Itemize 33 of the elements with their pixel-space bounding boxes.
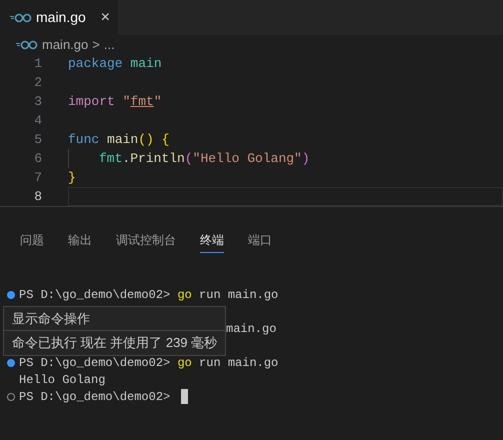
panel-tab[interactable]: 终端 xyxy=(200,231,224,253)
breadcrumb-separator: > xyxy=(92,36,100,54)
panel-tab[interactable]: 问题 xyxy=(20,231,44,253)
go-logo-icon xyxy=(10,12,32,22)
line-number: 1 xyxy=(33,54,42,73)
line-number: 8 xyxy=(33,188,42,206)
popup-detail: 命令已执行 现在 并使用了 239 毫秒 xyxy=(11,334,218,352)
breadcrumb-file[interactable]: main.go xyxy=(42,34,88,54)
code-text: import "fmt" xyxy=(68,92,162,111)
panel-tab[interactable]: 输出 xyxy=(68,231,92,253)
go-logo-icon xyxy=(16,40,38,50)
line-number: 2 xyxy=(33,74,42,92)
line-number: 5 xyxy=(33,130,42,149)
code-text: fmt.Println("Hello Golang") xyxy=(99,150,310,168)
terminal-line: PS D:\go_demo\demo02> xyxy=(19,388,172,406)
line-number: 4 xyxy=(33,112,42,130)
terminal-line: Hello Golang xyxy=(19,372,106,388)
panel-tab[interactable]: 调试控制台 xyxy=(116,231,176,253)
line-number: 3 xyxy=(33,92,42,111)
code-text: } xyxy=(68,168,76,187)
panel-tab[interactable]: 端口 xyxy=(248,231,272,253)
code-text: package main xyxy=(68,54,162,73)
code-text: func main() { xyxy=(68,130,170,149)
terminal-line: main.go xyxy=(226,320,276,338)
line-number: 6 xyxy=(33,150,42,168)
terminal-line: PS D:\go_demo\demo02> go run main.go xyxy=(19,286,278,304)
editor-tab[interactable]: main.go × xyxy=(0,0,118,35)
popup-title[interactable]: 显示命令操作 xyxy=(4,307,226,331)
breadcrumb-more[interactable]: ... xyxy=(104,34,115,54)
terminal-line: PS D:\go_demo\demo02> go run main.go xyxy=(19,354,278,372)
line-number: 7 xyxy=(33,168,42,187)
tab-label: main.go xyxy=(36,8,86,27)
close-button[interactable]: × xyxy=(100,10,110,26)
